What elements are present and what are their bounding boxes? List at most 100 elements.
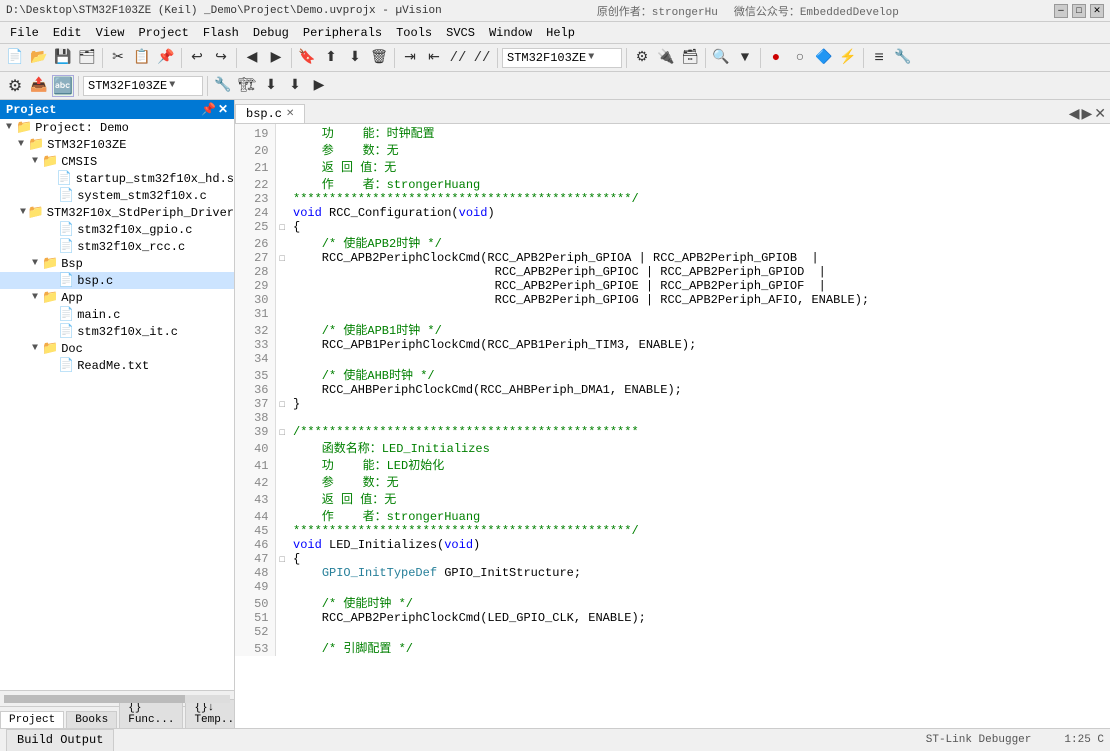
menu-peripherals[interactable]: Peripherals xyxy=(297,25,388,41)
tree-toggle-bsp[interactable]: ▼ xyxy=(28,258,42,269)
device-button[interactable]: 🔌 xyxy=(655,47,677,69)
tree-toggle-stdperiph[interactable]: ▼ xyxy=(18,207,27,218)
settings-button[interactable]: ⚙ xyxy=(631,47,653,69)
tb2-download[interactable]: ⬇ xyxy=(260,75,282,97)
custom-button[interactable]: 🔧 xyxy=(892,47,914,69)
menu-edit[interactable]: Edit xyxy=(47,25,88,41)
save-button[interactable]: 💾 xyxy=(52,47,74,69)
sidebar-tab-functions[interactable]: {} Func... xyxy=(119,699,183,728)
code-line-34[interactable]: 34 xyxy=(235,352,1110,366)
tb2-settings[interactable]: 🔧 xyxy=(212,75,234,97)
tree-toggle-root[interactable]: ▼ xyxy=(2,122,16,133)
tab-right-icon[interactable]: ▶ xyxy=(1081,106,1092,123)
window-controls[interactable]: ─ □ ✕ xyxy=(1054,4,1104,18)
tree-toggle-doc[interactable]: ▼ xyxy=(28,343,42,354)
scroll-track[interactable] xyxy=(4,695,230,703)
code-line-23[interactable]: 23 *************************************… xyxy=(235,192,1110,206)
menu-flash[interactable]: Flash xyxy=(197,25,245,41)
code-line-32[interactable]: 32 /* 使能APB1时钟 */ xyxy=(235,321,1110,338)
sidebar-controls[interactable]: 📌 ✕ xyxy=(201,102,228,117)
menu-tools[interactable]: Tools xyxy=(390,25,438,41)
menu-project[interactable]: Project xyxy=(132,25,194,41)
menu-help[interactable]: Help xyxy=(540,25,581,41)
tree-file-system[interactable]: 📄 system_stm32f10x.c xyxy=(0,187,234,204)
find-dropdown[interactable]: ▼ xyxy=(734,47,756,69)
tab-close-all-icon[interactable]: ✕ xyxy=(1094,106,1106,123)
tree-doc[interactable]: ▼ 📁 Doc xyxy=(0,340,234,357)
code-line-52[interactable]: 52 xyxy=(235,625,1110,639)
uncomment-button[interactable]: // xyxy=(471,47,493,69)
menu-window[interactable]: Window xyxy=(483,25,538,41)
tb2-btn1[interactable]: ⚙ xyxy=(4,75,26,97)
next-bookmark-button[interactable]: ⬇ xyxy=(344,47,366,69)
tree-file-startup[interactable]: 📄 startup_stm32f10x_hd.s xyxy=(0,170,234,187)
toolbar-options[interactable]: ≡ xyxy=(868,47,890,69)
minimize-button[interactable]: ─ xyxy=(1054,4,1068,18)
unindent-button[interactable]: ⇤ xyxy=(423,47,445,69)
tb2-download2[interactable]: ⬇ xyxy=(284,75,306,97)
code-line-51[interactable]: 51 RCC_APB2PeriphClockCmd(LED_GPIO_CLK, … xyxy=(235,611,1110,625)
menu-debug[interactable]: Debug xyxy=(247,25,295,41)
forward-button[interactable]: ▶ xyxy=(265,47,287,69)
tree-file-main[interactable]: 📄 main.c xyxy=(0,306,234,323)
find-button[interactable]: 🔍 xyxy=(710,47,732,69)
paste-button[interactable]: 📌 xyxy=(155,47,177,69)
comment-button[interactable]: // xyxy=(447,47,469,69)
code-line-31[interactable]: 31 xyxy=(235,307,1110,321)
tree-file-it[interactable]: 📄 stm32f10x_it.c xyxy=(0,323,234,340)
flash-button[interactable]: ⚡ xyxy=(837,47,859,69)
bookmark-toggle-button[interactable]: 🔖 xyxy=(296,47,318,69)
build-output-tab[interactable]: Build Output xyxy=(6,729,114,751)
code-line-45[interactable]: 45 *************************************… xyxy=(235,524,1110,538)
code-line-33[interactable]: 33 RCC_APB1PeriphClockCmd(RCC_APB1Periph… xyxy=(235,338,1110,352)
tree-file-readme[interactable]: 📄 ReadMe.txt xyxy=(0,357,234,374)
run-stop-button[interactable]: ● xyxy=(765,47,787,69)
indent-button[interactable]: ⇥ xyxy=(399,47,421,69)
close-button[interactable]: ✕ xyxy=(1090,4,1104,18)
code-line-37[interactable]: 37 □ } xyxy=(235,397,1110,411)
tree-stdperiph[interactable]: ▼ 📁 STM32F10x_StdPeriph_Driver xyxy=(0,204,234,221)
tree-root[interactable]: ▼ 📁 Project: Demo xyxy=(0,119,234,136)
clear-bookmarks-button[interactable]: 🗑 xyxy=(368,47,390,69)
code-line-30[interactable]: 30 RCC_APB2Periph_GPIOG | RCC_APB2Periph… xyxy=(235,293,1110,307)
target-selector2[interactable]: STM32F103ZE ▼ xyxy=(83,76,203,96)
prev-bookmark-button[interactable]: ⬆ xyxy=(320,47,342,69)
maximize-button[interactable]: □ xyxy=(1072,4,1086,18)
code-line-22[interactable]: 22 作 者：strongerHuang xyxy=(235,175,1110,192)
code-line-50[interactable]: 50 /* 使能时钟 */ xyxy=(235,594,1110,611)
undo-button[interactable]: ↩ xyxy=(186,47,208,69)
code-line-24[interactable]: 24 void RCC_Configuration(void) xyxy=(235,206,1110,220)
code-line-40[interactable]: 40 函数名称：LED_Initializes xyxy=(235,439,1110,456)
tree-file-gpio[interactable]: 📄 stm32f10x_gpio.c xyxy=(0,221,234,238)
code-line-42[interactable]: 42 参 数：无 xyxy=(235,473,1110,490)
sidebar-tab-project[interactable]: Project xyxy=(0,711,64,728)
code-line-53[interactable]: 53 /* 引脚配置 */ xyxy=(235,639,1110,656)
code-line-28[interactable]: 28 RCC_APB2Periph_GPIOC | RCC_APB2Periph… xyxy=(235,265,1110,279)
code-line-36[interactable]: 36 RCC_AHBPeriphClockCmd(RCC_AHBPeriph_D… xyxy=(235,383,1110,397)
back-button[interactable]: ◀ xyxy=(241,47,263,69)
tree-file-bsp[interactable]: 📄 bsp.c xyxy=(0,272,234,289)
code-line-20[interactable]: 20 参 数：无 xyxy=(235,141,1110,158)
code-line-48[interactable]: 48 GPIO_InitTypeDef GPIO_InitStructure; xyxy=(235,566,1110,580)
tree-cmsis[interactable]: ▼ 📁 CMSIS xyxy=(0,153,234,170)
sidebar-tab-templates[interactable]: {}↓ Temp... xyxy=(185,699,235,728)
tree-file-rcc[interactable]: 📄 stm32f10x_rcc.c xyxy=(0,238,234,255)
tb2-manage[interactable]: 🏗 xyxy=(236,75,258,97)
tab-left-icon[interactable]: ◀ xyxy=(1069,106,1080,123)
code-line-21[interactable]: 21 返 回 值：无 xyxy=(235,158,1110,175)
menu-svcs[interactable]: SVCS xyxy=(440,25,481,41)
tb2-run[interactable]: ▶ xyxy=(308,75,330,97)
menu-file[interactable]: File xyxy=(4,25,45,41)
code-line-43[interactable]: 43 返 回 值：无 xyxy=(235,490,1110,507)
code-line-35[interactable]: 35 /* 使能AHB时钟 */ xyxy=(235,366,1110,383)
code-line-26[interactable]: 26 /* 使能APB2时钟 */ xyxy=(235,234,1110,251)
scroll-thumb[interactable] xyxy=(4,695,185,703)
tree-toggle-app[interactable]: ▼ xyxy=(28,292,42,303)
code-line-25[interactable]: 25 □ { xyxy=(235,220,1110,234)
code-line-44[interactable]: 44 作 者：strongerHuang xyxy=(235,507,1110,524)
code-line-39[interactable]: 39 □ /**********************************… xyxy=(235,425,1110,439)
code-line-38[interactable]: 38 xyxy=(235,411,1110,425)
tb2-btn2[interactable]: 📤 xyxy=(28,75,50,97)
code-line-29[interactable]: 29 RCC_APB2Periph_GPIOE | RCC_APB2Periph… xyxy=(235,279,1110,293)
new-file-button[interactable]: 📄 xyxy=(4,47,26,69)
